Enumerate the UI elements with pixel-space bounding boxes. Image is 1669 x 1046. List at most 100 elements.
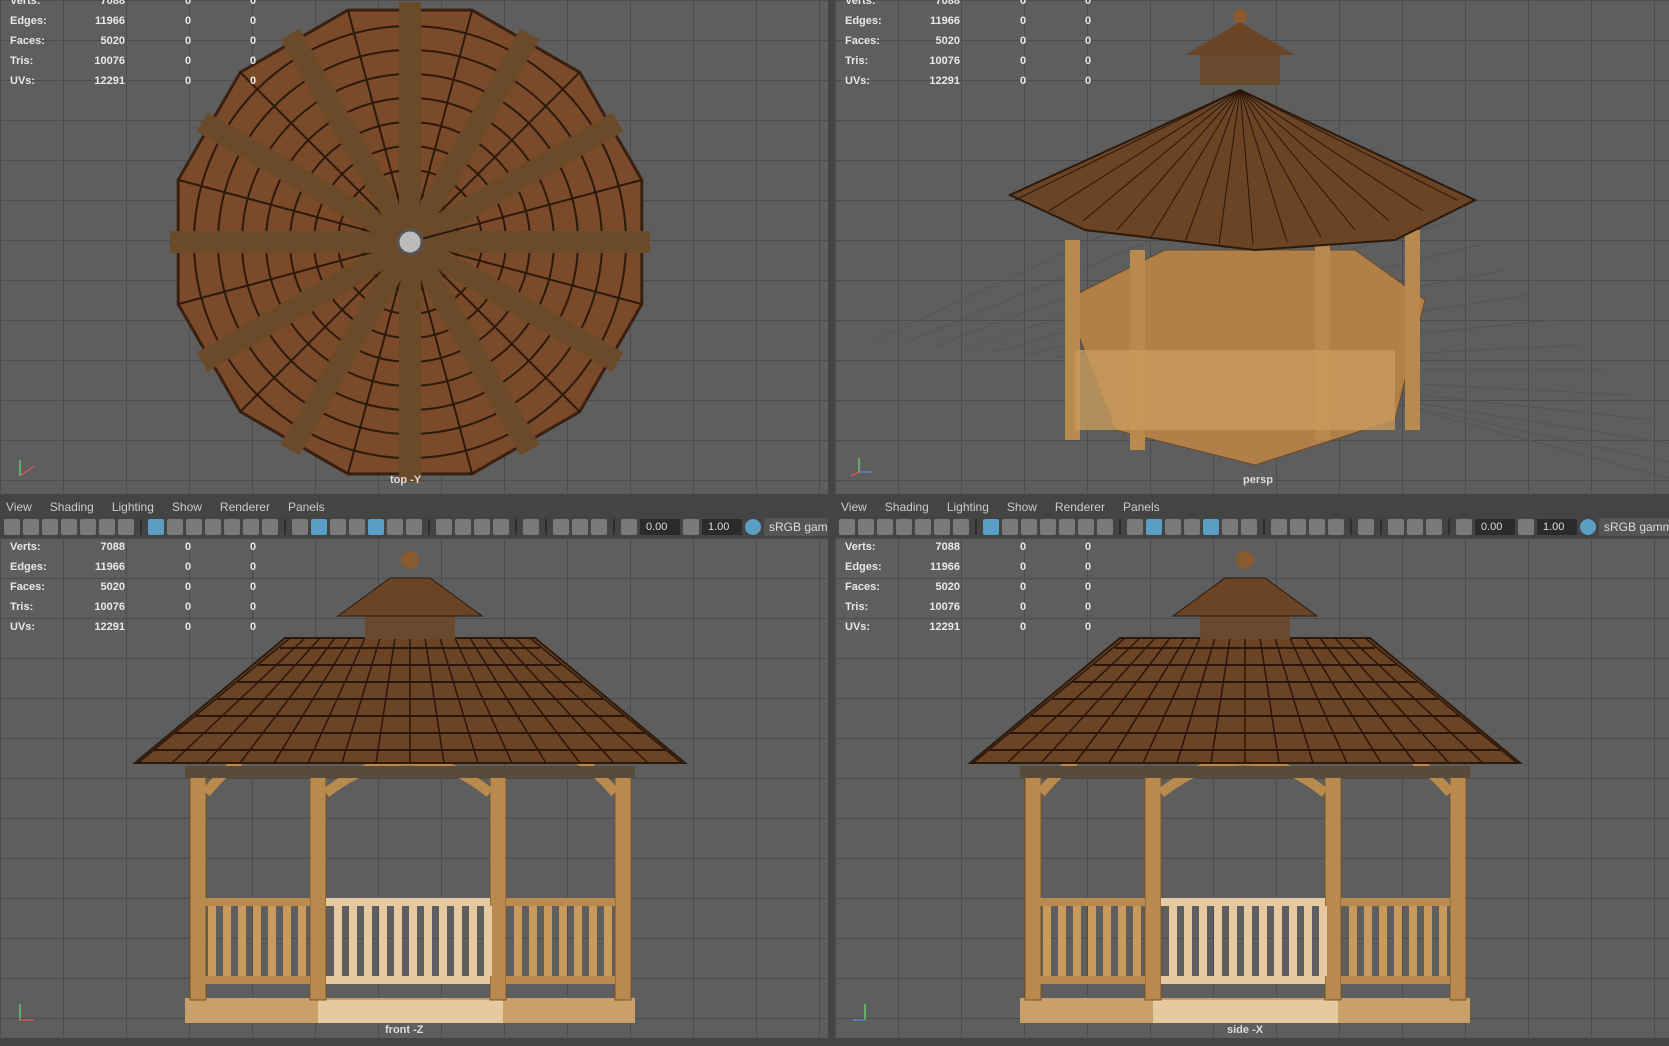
axis-gizmo-icon [19,460,35,477]
menu-renderer[interactable]: Renderer [1049,500,1113,514]
grease-pencil-icon[interactable] [953,519,969,535]
rail [1161,976,1325,984]
ssao-icon[interactable] [436,519,452,535]
stat-row: Verts: 7088 0 0 [835,0,1105,12]
gate-mask-icon[interactable] [1040,519,1056,535]
color-management-toggle-icon[interactable] [745,519,761,535]
grease-pencil-icon[interactable] [118,519,134,535]
stat-label: UVs: [845,621,871,633]
xray-joints-icon[interactable] [553,519,569,535]
xray-icon[interactable] [349,519,365,535]
bookmark-icon[interactable] [61,519,77,535]
smooth-shade-on-icon[interactable] [1146,519,1162,535]
menu-lighting[interactable]: Lighting [106,500,162,514]
xray-joints-icon[interactable] [1388,519,1404,535]
menu-view[interactable]: View [0,500,40,514]
textured-on-icon[interactable] [368,519,384,535]
stat-label: Edges: [10,15,47,27]
menu-lighting[interactable]: Lighting [941,500,997,514]
stat-row: Faces: 5020 0 0 [835,32,1105,52]
motion-blur-icon[interactable] [455,519,471,535]
menu-panels[interactable]: Panels [1117,500,1168,514]
baluster [1229,906,1237,976]
default-material-icon[interactable] [1165,519,1181,535]
menu-shading[interactable]: Shading [44,500,102,514]
exposure-field[interactable]: 0.00 [1475,519,1515,535]
smooth-shade-on-icon[interactable] [311,519,327,535]
wireframe-icon[interactable] [292,519,308,535]
exposure-icon[interactable] [1456,519,1472,535]
film-gate-icon[interactable] [167,519,183,535]
gamma-field[interactable]: 1.00 [1537,519,1577,535]
lights-icon[interactable] [1222,519,1238,535]
menu-view[interactable]: View [835,500,875,514]
bookmark-icon[interactable] [896,519,912,535]
camera-attr-icon[interactable] [42,519,58,535]
gamma-field[interactable]: 1.00 [702,519,742,535]
textured-on-icon[interactable] [1203,519,1219,535]
gate-mask-icon[interactable] [205,519,221,535]
aa-icon[interactable] [1309,519,1325,535]
finial [1233,9,1247,23]
menu-show[interactable]: Show [1001,500,1045,514]
post [1024,767,1042,1001]
grid-on-icon[interactable] [148,519,164,535]
isolate-select-icon[interactable] [523,519,539,535]
safe-action-icon[interactable] [243,519,259,535]
viewport-top[interactable]: Verts: 7088 0 0 Edges: 11966 0 0 Faces: 5020 0 0 Tri… [0,0,828,494]
field-chart-icon[interactable] [224,519,240,535]
viewport-side[interactable]: Verts: 7088 0 0 Edges: 11966 0 0 Faces: 5020 0 0 Tri… [835,538,1669,1038]
camera-icon[interactable] [4,519,20,535]
backface-icon[interactable] [591,519,607,535]
camera-attr-icon[interactable] [877,519,893,535]
poly-stats: Verts: 7088 0 0 Edges: 11966 0 0 Faces: 5020 0 0 Tri… [835,538,1105,638]
camera-lock-icon[interactable] [23,519,39,535]
gamma-icon[interactable] [683,519,699,535]
exposure-field[interactable]: 0.00 [640,519,680,535]
viewport-persp[interactable]: Verts: 7088 0 0 Edges: 11966 0 0 Faces: 5020 0 0 Tri… [835,0,1669,494]
menu-show[interactable]: Show [166,500,210,514]
viewport-front[interactable]: Verts: 7088 0 0 Edges: 11966 0 0 Faces: 5020 0 0 Tri… [0,538,828,1038]
xray-active-icon[interactable] [572,519,588,535]
xray-icon[interactable] [1184,519,1200,535]
backface-icon[interactable] [1426,519,1442,535]
xray-active-icon[interactable] [1407,519,1423,535]
field-chart-icon[interactable] [1059,519,1075,535]
dof-icon[interactable] [493,519,509,535]
color-space-dropdown[interactable]: sRGB gamm [1599,518,1669,536]
baluster [1184,906,1192,976]
2d-pan-icon[interactable] [934,519,950,535]
color-management-toggle-icon[interactable] [1580,519,1596,535]
color-space-dropdown[interactable]: sRGB gamm [764,518,828,536]
exposure-icon[interactable] [621,519,637,535]
menu-panels[interactable]: Panels [282,500,333,514]
stat-label: Edges: [845,561,882,573]
isolate-select-icon[interactable] [1358,519,1374,535]
2d-pan-icon[interactable] [99,519,115,535]
safe-action-icon[interactable] [1078,519,1094,535]
image-plane-icon[interactable] [80,519,96,535]
ssao-icon[interactable] [1271,519,1287,535]
gamma-icon[interactable] [1518,519,1534,535]
shadows-icon[interactable] [1241,519,1257,535]
default-material-icon[interactable] [330,519,346,535]
safe-title-icon[interactable] [262,519,278,535]
resolution-gate-icon[interactable] [186,519,202,535]
safe-title-icon[interactable] [1097,519,1113,535]
camera-icon[interactable] [839,519,855,535]
shadows-icon[interactable] [406,519,422,535]
baluster [1118,906,1126,976]
motion-blur-icon[interactable] [1290,519,1306,535]
dof-icon[interactable] [1328,519,1344,535]
lights-icon[interactable] [387,519,403,535]
menu-shading[interactable]: Shading [879,500,937,514]
menu-renderer[interactable]: Renderer [214,500,278,514]
resolution-gate-icon[interactable] [1021,519,1037,535]
grid-on-icon[interactable] [983,519,999,535]
camera-lock-icon[interactable] [858,519,874,535]
wireframe-icon[interactable] [1127,519,1143,535]
image-plane-icon[interactable] [915,519,931,535]
film-gate-icon[interactable] [1002,519,1018,535]
rail [506,976,615,984]
aa-icon[interactable] [474,519,490,535]
